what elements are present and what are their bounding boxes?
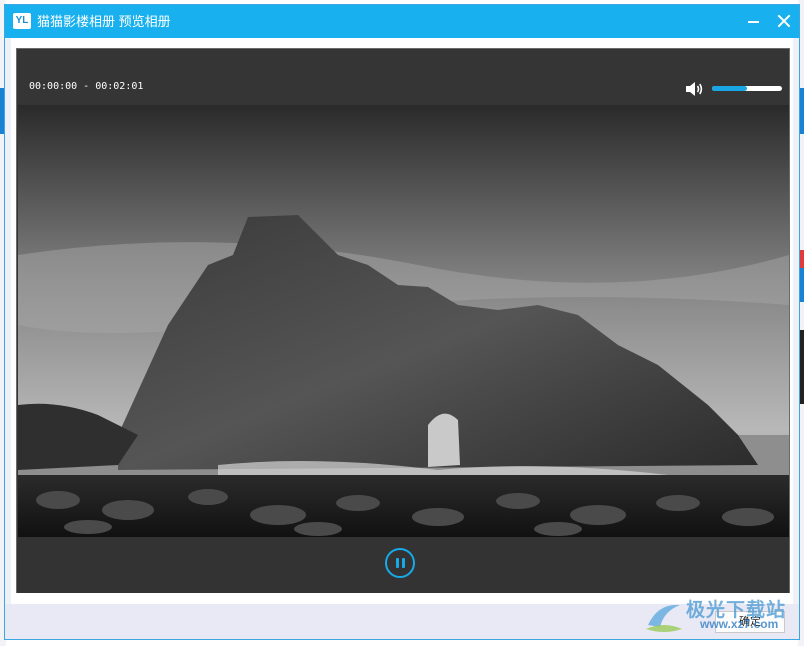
title-bar[interactable]: YL 猫猫影楼相册 预览相册 bbox=[5, 5, 799, 38]
player-top-bar: 00:00:00 - 00:02:01 bbox=[17, 49, 789, 105]
close-button[interactable] bbox=[769, 5, 799, 38]
player-controls bbox=[17, 537, 789, 593]
pause-button[interactable] bbox=[385, 548, 415, 578]
video-frame[interactable] bbox=[18, 105, 789, 537]
volume-slider-fill bbox=[712, 86, 747, 91]
window-title: 猫猫影楼相册 预览相册 bbox=[37, 14, 171, 29]
video-player: 00:00:00 - 00:02:01 bbox=[16, 48, 790, 593]
watermark: 极光下载站 www.xz7.com bbox=[640, 593, 800, 643]
time-display: 00:00:00 - 00:02:01 bbox=[29, 81, 144, 92]
video-image bbox=[18, 105, 789, 537]
volume-slider[interactable] bbox=[712, 86, 782, 91]
minimize-button[interactable] bbox=[739, 5, 769, 38]
volume-icon[interactable] bbox=[684, 81, 704, 97]
watermark-logo-icon bbox=[646, 604, 682, 632]
app-logo-icon: YL bbox=[13, 13, 31, 29]
watermark-url: www.xz7.com bbox=[700, 617, 779, 631]
preview-dialog: YL 猫猫影楼相册 预览相册 00:00:00 - 00:02:01 确定 bbox=[4, 4, 800, 640]
